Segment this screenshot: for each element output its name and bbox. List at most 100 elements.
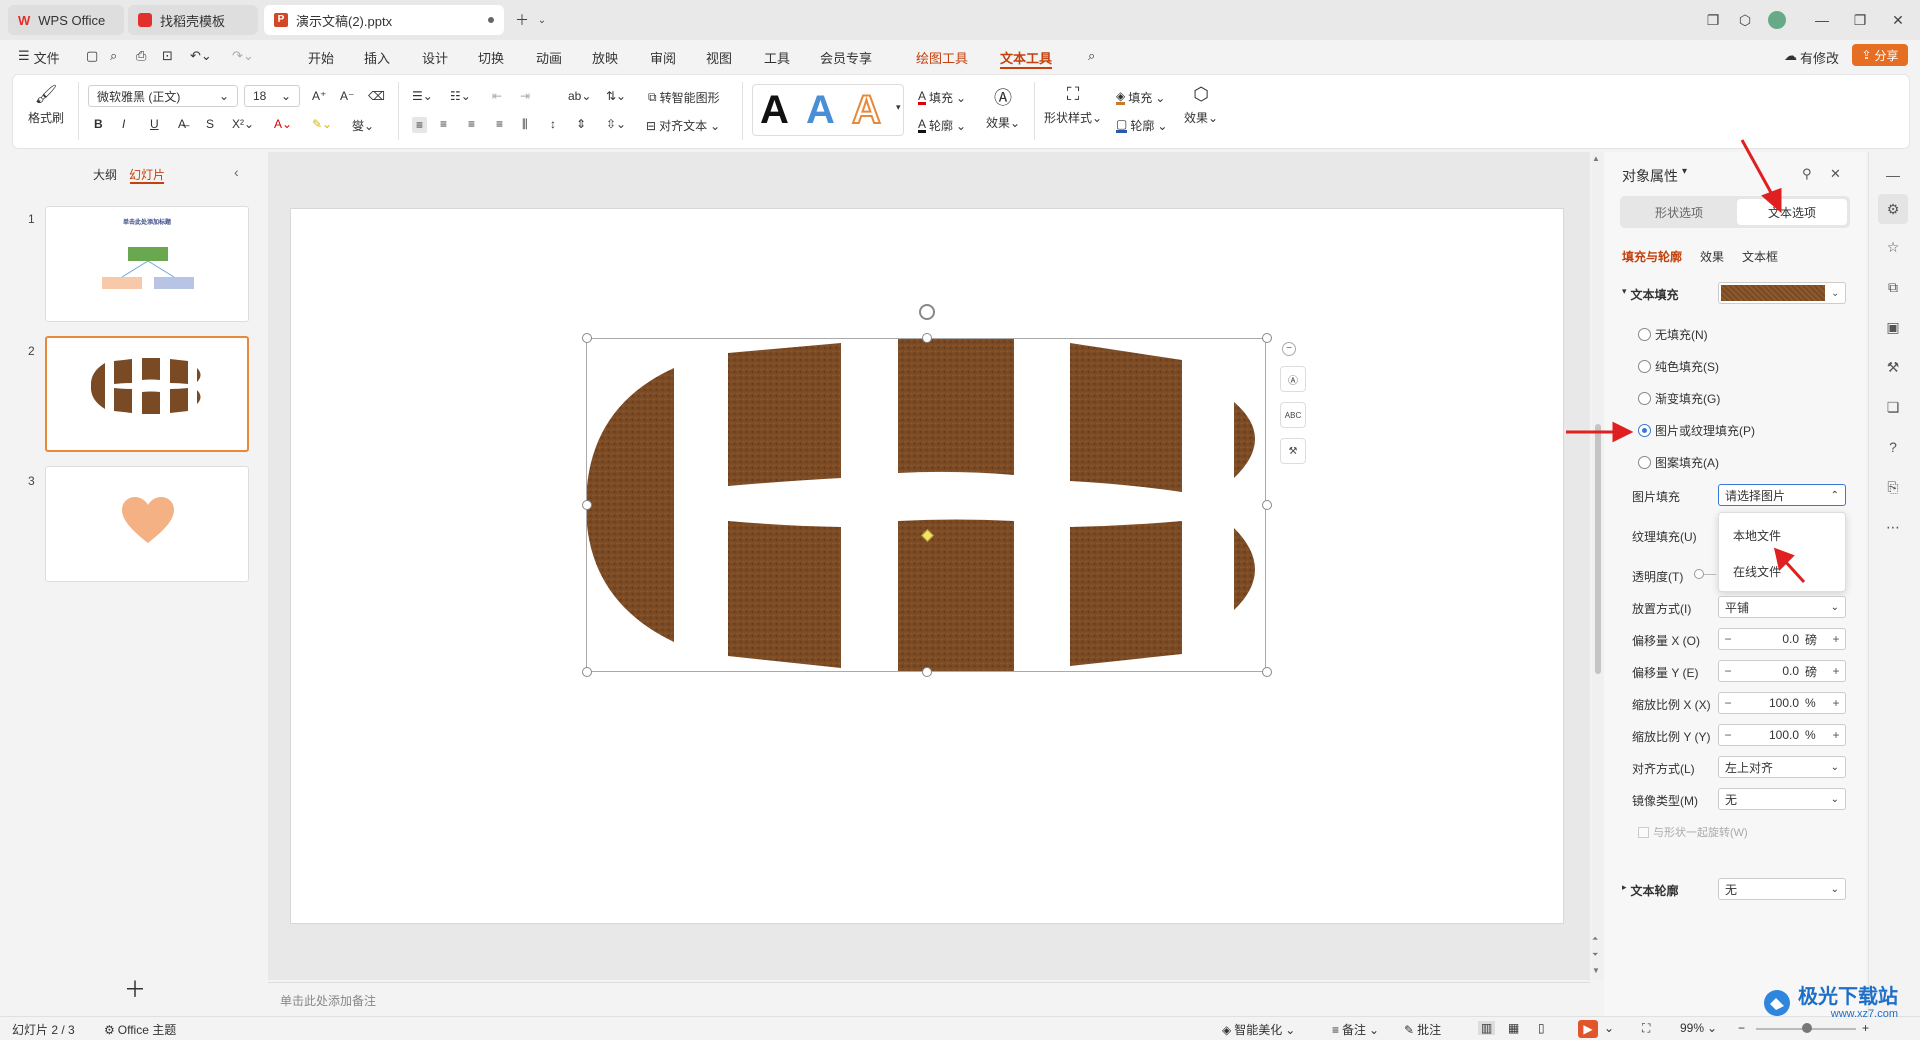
subtab-fill-outline[interactable]: 填充与轮廓: [1622, 248, 1682, 265]
print-preview-icon[interactable]: ⊡: [162, 48, 173, 64]
align-center-icon[interactable]: ≡: [440, 117, 447, 131]
font-name-select[interactable]: 微软雅黑 (正文) ⌄: [88, 85, 238, 107]
scroll-down-icon[interactable]: ▼: [1592, 966, 1600, 975]
theme-button[interactable]: ⚙ Office 主题: [104, 1021, 176, 1038]
share-link-icon[interactable]: ⎘: [1882, 476, 1904, 498]
increase-font-icon[interactable]: A⁺: [312, 89, 326, 103]
radio-gradient-fill[interactable]: 渐变填充(G): [1638, 390, 1720, 407]
canvas-scrollbar-thumb[interactable]: [1595, 424, 1601, 674]
text-outline-section-header[interactable]: ▸ 文本轮廓: [1622, 882, 1679, 899]
highlight-icon[interactable]: ✎⌄: [312, 117, 332, 131]
menu-drawing-tools[interactable]: 绘图工具: [916, 48, 968, 67]
close-panel-icon[interactable]: ✕: [1830, 166, 1841, 182]
subtab-textbox[interactable]: 文本框: [1742, 248, 1778, 265]
chevron-down-icon[interactable]: ⌄: [1604, 1021, 1614, 1035]
slide-thumbnail-1[interactable]: 单击此处添加标题: [45, 206, 249, 322]
scroll-up-icon[interactable]: ▲: [1592, 154, 1600, 163]
text-direction-icon[interactable]: ab⌄: [568, 89, 591, 103]
menu-slideshow[interactable]: 放映: [592, 48, 618, 67]
cube-icon[interactable]: ⬡: [1735, 10, 1755, 30]
collapse-toolbar-icon[interactable]: −: [1282, 342, 1296, 356]
tab-wps-office[interactable]: W WPS Office: [8, 5, 124, 35]
shape-effect-button[interactable]: ⬡ 效果⌄: [1184, 84, 1218, 126]
align-select[interactable]: 左上对齐 ⌄: [1718, 756, 1846, 778]
play-slideshow-button[interactable]: ▶: [1578, 1020, 1598, 1038]
image-edit-icon[interactable]: ▣: [1882, 316, 1904, 338]
tab-docer[interactable]: 找稻壳模板: [128, 5, 258, 35]
menu-view[interactable]: 视图: [706, 48, 732, 67]
panel-title[interactable]: 对象属性 ▾: [1622, 166, 1687, 186]
copy-format-icon[interactable]: ⧉: [1882, 276, 1904, 298]
share-button[interactable]: ⇪ 分享: [1852, 44, 1908, 66]
numbering-icon[interactable]: ☷⌄: [450, 89, 471, 103]
tab-list-chevron-icon[interactable]: ⌄: [532, 10, 552, 30]
star-icon[interactable]: ☆: [1882, 236, 1904, 258]
properties-sliders-icon[interactable]: ⚙: [1878, 194, 1908, 224]
spell-check-icon[interactable]: ABC: [1280, 402, 1306, 428]
text-effect-button[interactable]: Ⓐ 效果⌄: [986, 84, 1020, 131]
shape-outline-button[interactable]: ▢ 轮廓 ⌄: [1116, 117, 1167, 134]
resize-handle[interactable]: [582, 500, 592, 510]
zoom-in-icon[interactable]: +: [1862, 1021, 1869, 1035]
offset-y-stepper[interactable]: − 0.0 磅 +: [1718, 660, 1846, 682]
plus-icon[interactable]: +: [1827, 728, 1845, 742]
picture-fill-select[interactable]: 请选择图片 ⌃: [1718, 484, 1846, 506]
tab-pptx[interactable]: P 演示文稿(2).pptx: [264, 5, 504, 35]
pin-icon[interactable]: ⚲: [1802, 166, 1812, 182]
decrease-indent-icon[interactable]: ⇤: [492, 89, 502, 103]
notes-button[interactable]: ≡ 备注 ⌄: [1332, 1021, 1379, 1038]
search-icon[interactable]: ⌕: [1088, 48, 1095, 64]
close-window-button[interactable]: ✕: [1888, 10, 1908, 30]
shape-style-button[interactable]: ⛶ 形状样式⌄: [1044, 84, 1102, 126]
paragraph-spacing-icon[interactable]: ⇕: [576, 117, 586, 131]
menu-insert[interactable]: 插入: [364, 48, 390, 67]
gallery-more-icon[interactable]: ▾: [896, 102, 901, 113]
strikethrough-icon[interactable]: S: [206, 117, 214, 131]
radio-solid-fill[interactable]: 纯色填充(S): [1638, 358, 1719, 375]
menu-file[interactable]: ☰ 文件: [18, 48, 60, 67]
text-outline-button[interactable]: A 轮廓 ⌄: [918, 117, 966, 134]
offset-y-value[interactable]: 0.0: [1737, 664, 1805, 678]
page-up-icon[interactable]: ⏶: [1592, 934, 1598, 944]
decrease-font-icon[interactable]: A⁻: [340, 89, 354, 103]
align-text-button[interactable]: ⊟ 对齐文本 ⌄: [646, 117, 720, 134]
scale-x-stepper[interactable]: − 100.0 % +: [1718, 692, 1846, 714]
minimize-button[interactable]: —: [1812, 10, 1832, 30]
smart-beautify-button[interactable]: ◈ 智能美化 ⌄: [1222, 1021, 1295, 1038]
menu-item-online-file[interactable]: 在线文件: [1733, 563, 1781, 580]
more-icon[interactable]: ⋯: [1882, 516, 1904, 538]
resize-handle[interactable]: [582, 333, 592, 343]
justify-icon[interactable]: ≡: [496, 117, 503, 131]
scale-y-value[interactable]: 100.0: [1737, 728, 1805, 742]
plus-icon[interactable]: +: [1827, 664, 1845, 678]
avatar[interactable]: [1767, 10, 1787, 30]
menu-transition[interactable]: 切换: [478, 48, 504, 67]
zoom-out-icon[interactable]: −: [1738, 1021, 1745, 1035]
offset-x-stepper[interactable]: − 0.0 磅 +: [1718, 628, 1846, 650]
text-outline-select[interactable]: 无 ⌄: [1718, 878, 1846, 900]
menu-design[interactable]: 设计: [422, 48, 448, 67]
bold-icon[interactable]: B: [94, 117, 103, 131]
minus-icon[interactable]: −: [1719, 728, 1737, 742]
radio-no-fill[interactable]: 无填充(N): [1638, 326, 1708, 343]
tab-text-options[interactable]: 文本选项: [1737, 199, 1847, 225]
strikethrough-text-icon[interactable]: A̶: [178, 117, 186, 131]
menu-home[interactable]: 开始: [308, 48, 334, 67]
text-orientation-icon[interactable]: ⇅⌄: [606, 89, 626, 103]
align-left-icon[interactable]: ≡: [412, 117, 428, 133]
tab-slides[interactable]: 幻灯片: [129, 166, 165, 183]
plus-icon[interactable]: +: [1827, 696, 1845, 710]
menu-animation[interactable]: 动画: [536, 48, 562, 67]
leather-text-shape[interactable]: [586, 338, 1266, 672]
resize-handle[interactable]: [582, 667, 592, 677]
align-right-icon[interactable]: ≡: [468, 117, 475, 131]
increase-indent-icon[interactable]: ⇥: [520, 89, 530, 103]
offset-x-value[interactable]: 0.0: [1737, 632, 1805, 646]
radio-picture-texture-fill[interactable]: 图片或纹理填充(P): [1638, 422, 1755, 439]
phonetic-icon[interactable]: 燮⌄: [352, 117, 374, 134]
page-down-icon[interactable]: ⏷: [1592, 950, 1598, 960]
undo-icon[interactable]: ↶⌄: [190, 48, 212, 64]
resize-handle[interactable]: [1262, 333, 1272, 343]
radio-pattern-fill[interactable]: 图案填充(A): [1638, 454, 1719, 471]
underline-icon[interactable]: U: [150, 117, 159, 131]
